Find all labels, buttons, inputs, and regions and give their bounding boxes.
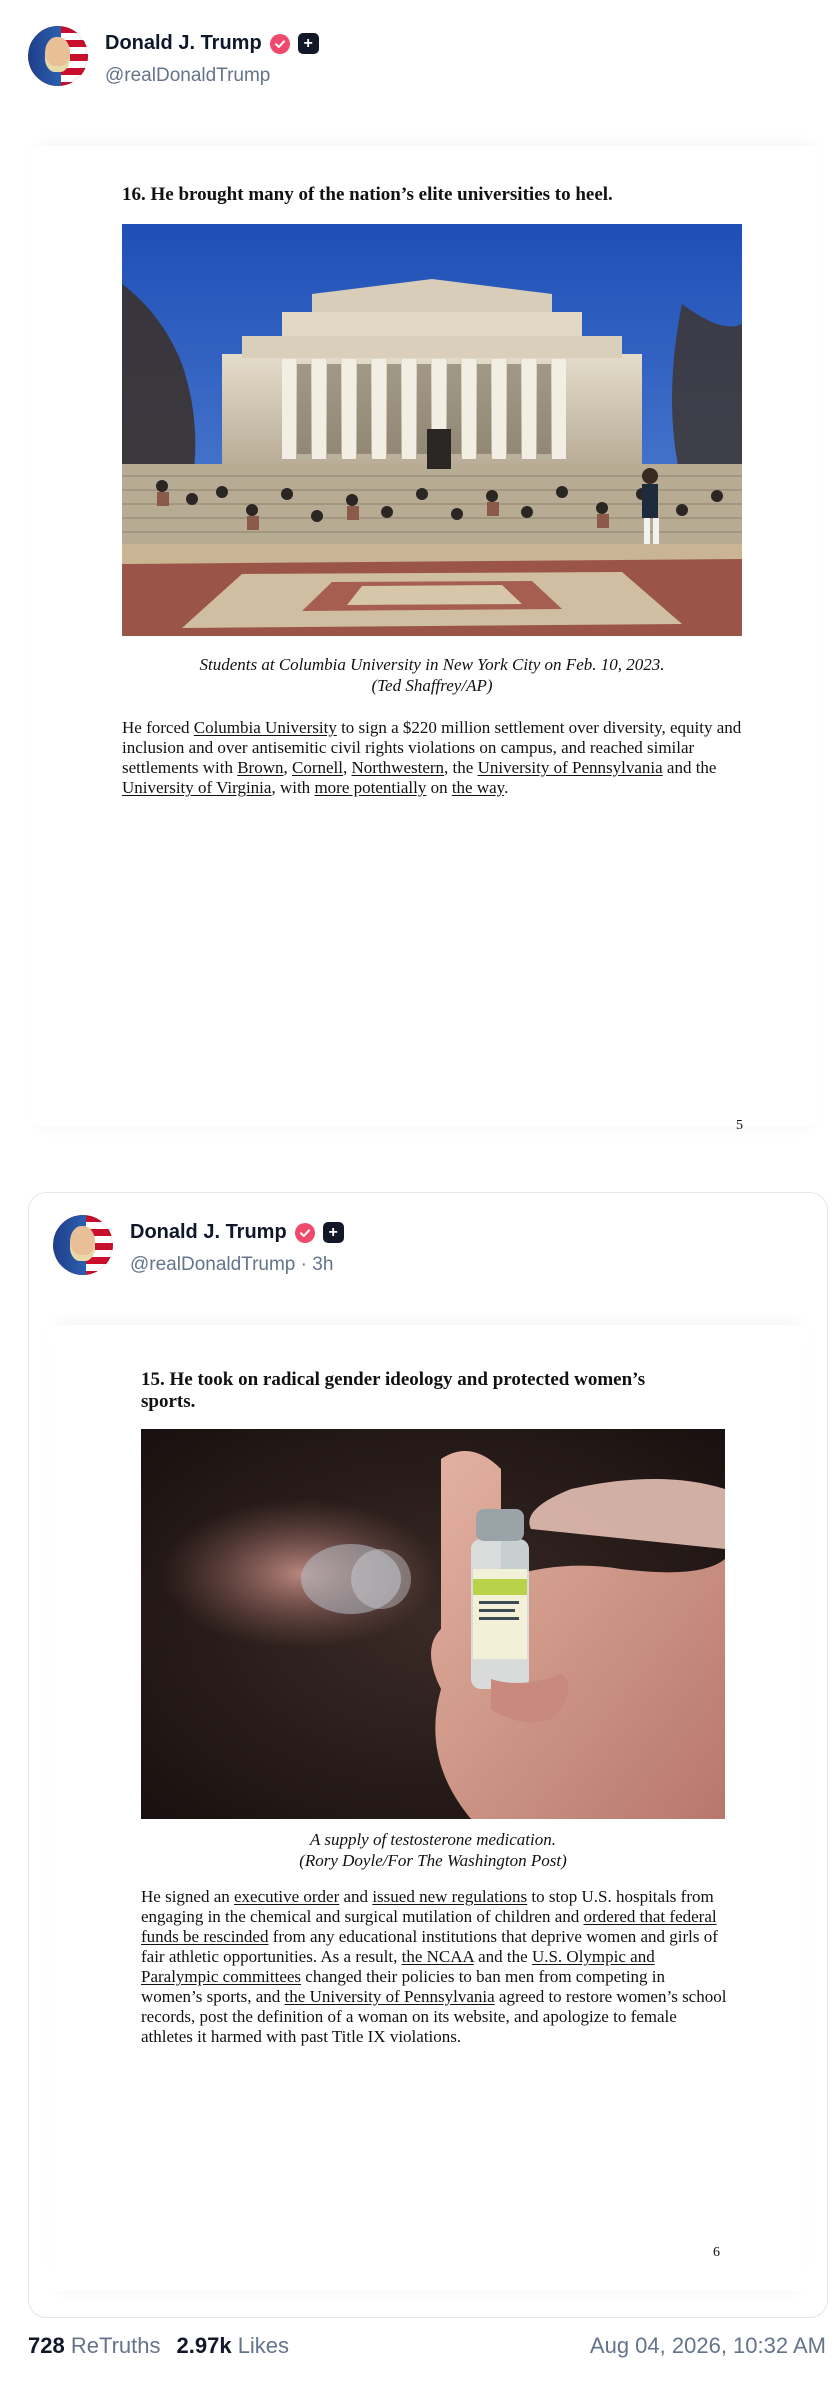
quoted-author-name-row: Donald J. Trump + [130, 1221, 344, 1244]
quoted-photo-caption: A supply of testosterone medication. (Ro… [141, 1829, 725, 1871]
verified-badge-icon [294, 1222, 315, 1243]
truth-plus-icon: + [297, 33, 319, 54]
link-columbia-university: Columbia University [193, 718, 337, 737]
link-more-potentially: more potentially [314, 778, 427, 797]
quoted-article-body: He signed an executive order and issued … [141, 1887, 727, 2046]
caption-line-1: A supply of testosterone medication. [310, 1830, 556, 1849]
testosterone-vial-photo [141, 1429, 725, 1819]
quoted-page-number: 6 [713, 2245, 720, 2260]
heading-line-2: sports. [141, 1391, 196, 1412]
link-the-ncaa: the NCAA [401, 1947, 474, 1966]
retruths-stat[interactable]: 728 ReTruths [28, 2333, 161, 2359]
author-avatar[interactable] [28, 26, 88, 86]
link-cornell: Cornell [292, 758, 343, 777]
link-northwestern: Northwestern [351, 758, 445, 777]
page-number: 5 [736, 1118, 743, 1133]
likes-label: Likes [237, 2333, 290, 2358]
heading-line-1: 15. He took on radical gender ideology a… [141, 1369, 646, 1390]
likes-count: 2.97k [176, 2333, 232, 2358]
link-university-of-virginia: University of Virginia [122, 778, 272, 797]
author-handle[interactable]: @realDonaldTrump [105, 65, 270, 87]
caption-line-2: (Ted Shaffrey/AP) [371, 676, 493, 695]
author-name[interactable]: Donald J. Trump [105, 32, 262, 55]
article-page-image: 16. He brought many of the nation’s elit… [30, 146, 820, 1133]
link-university-of-pennsylvania: University of Pennsylvania [477, 758, 663, 777]
author-name-row: Donald J. Trump + [105, 32, 319, 55]
truth-plus-icon: + [322, 1222, 344, 1243]
quoted-article-page-image: 15. He took on radical gender ideology a… [49, 1325, 807, 2291]
likes-stat[interactable]: 2.97k Likes [177, 2333, 290, 2359]
post-timestamp[interactable]: Aug 04, 2026, 10:32 AM [590, 2333, 826, 2359]
article-body: He forced Columbia University to sign a … [122, 718, 742, 797]
quoted-article-heading: 15. He took on radical gender ideology a… [141, 1369, 751, 1413]
quoted-author-handle-row: @realDonaldTrump · 3h [130, 1254, 333, 1276]
verified-badge-icon [269, 33, 290, 54]
quoted-author-avatar[interactable] [53, 1215, 113, 1275]
quoted-post-time[interactable]: · 3h [301, 1254, 334, 1275]
quoted-post-card[interactable]: Donald J. Trump + @realDonaldTrump · 3h … [28, 1192, 828, 2318]
columbia-library-photo [122, 224, 742, 636]
caption-line-2: (Rory Doyle/For The Washington Post) [299, 1851, 567, 1870]
link-brown: Brown [237, 758, 284, 777]
link-issued-new-regulations: issued new regulations [372, 1887, 528, 1906]
link-university-of-pennsylvania: the University of Pennsylvania [284, 1987, 495, 2006]
engagement-stats: 728 ReTruths 2.97k Likes [28, 2333, 289, 2359]
link-executive-order: executive order [234, 1887, 340, 1906]
caption-line-1: Students at Columbia University in New Y… [199, 655, 665, 674]
quoted-author-handle[interactable]: @realDonaldTrump [130, 1254, 295, 1275]
retruths-label: ReTruths [70, 2333, 161, 2358]
photo-caption: Students at Columbia University in New Y… [122, 654, 742, 696]
retruths-count: 728 [28, 2333, 65, 2358]
article-heading: 16. He brought many of the nation’s elit… [122, 184, 613, 205]
link-the-way: the way [451, 778, 505, 797]
quoted-author-name[interactable]: Donald J. Trump [130, 1221, 287, 1244]
